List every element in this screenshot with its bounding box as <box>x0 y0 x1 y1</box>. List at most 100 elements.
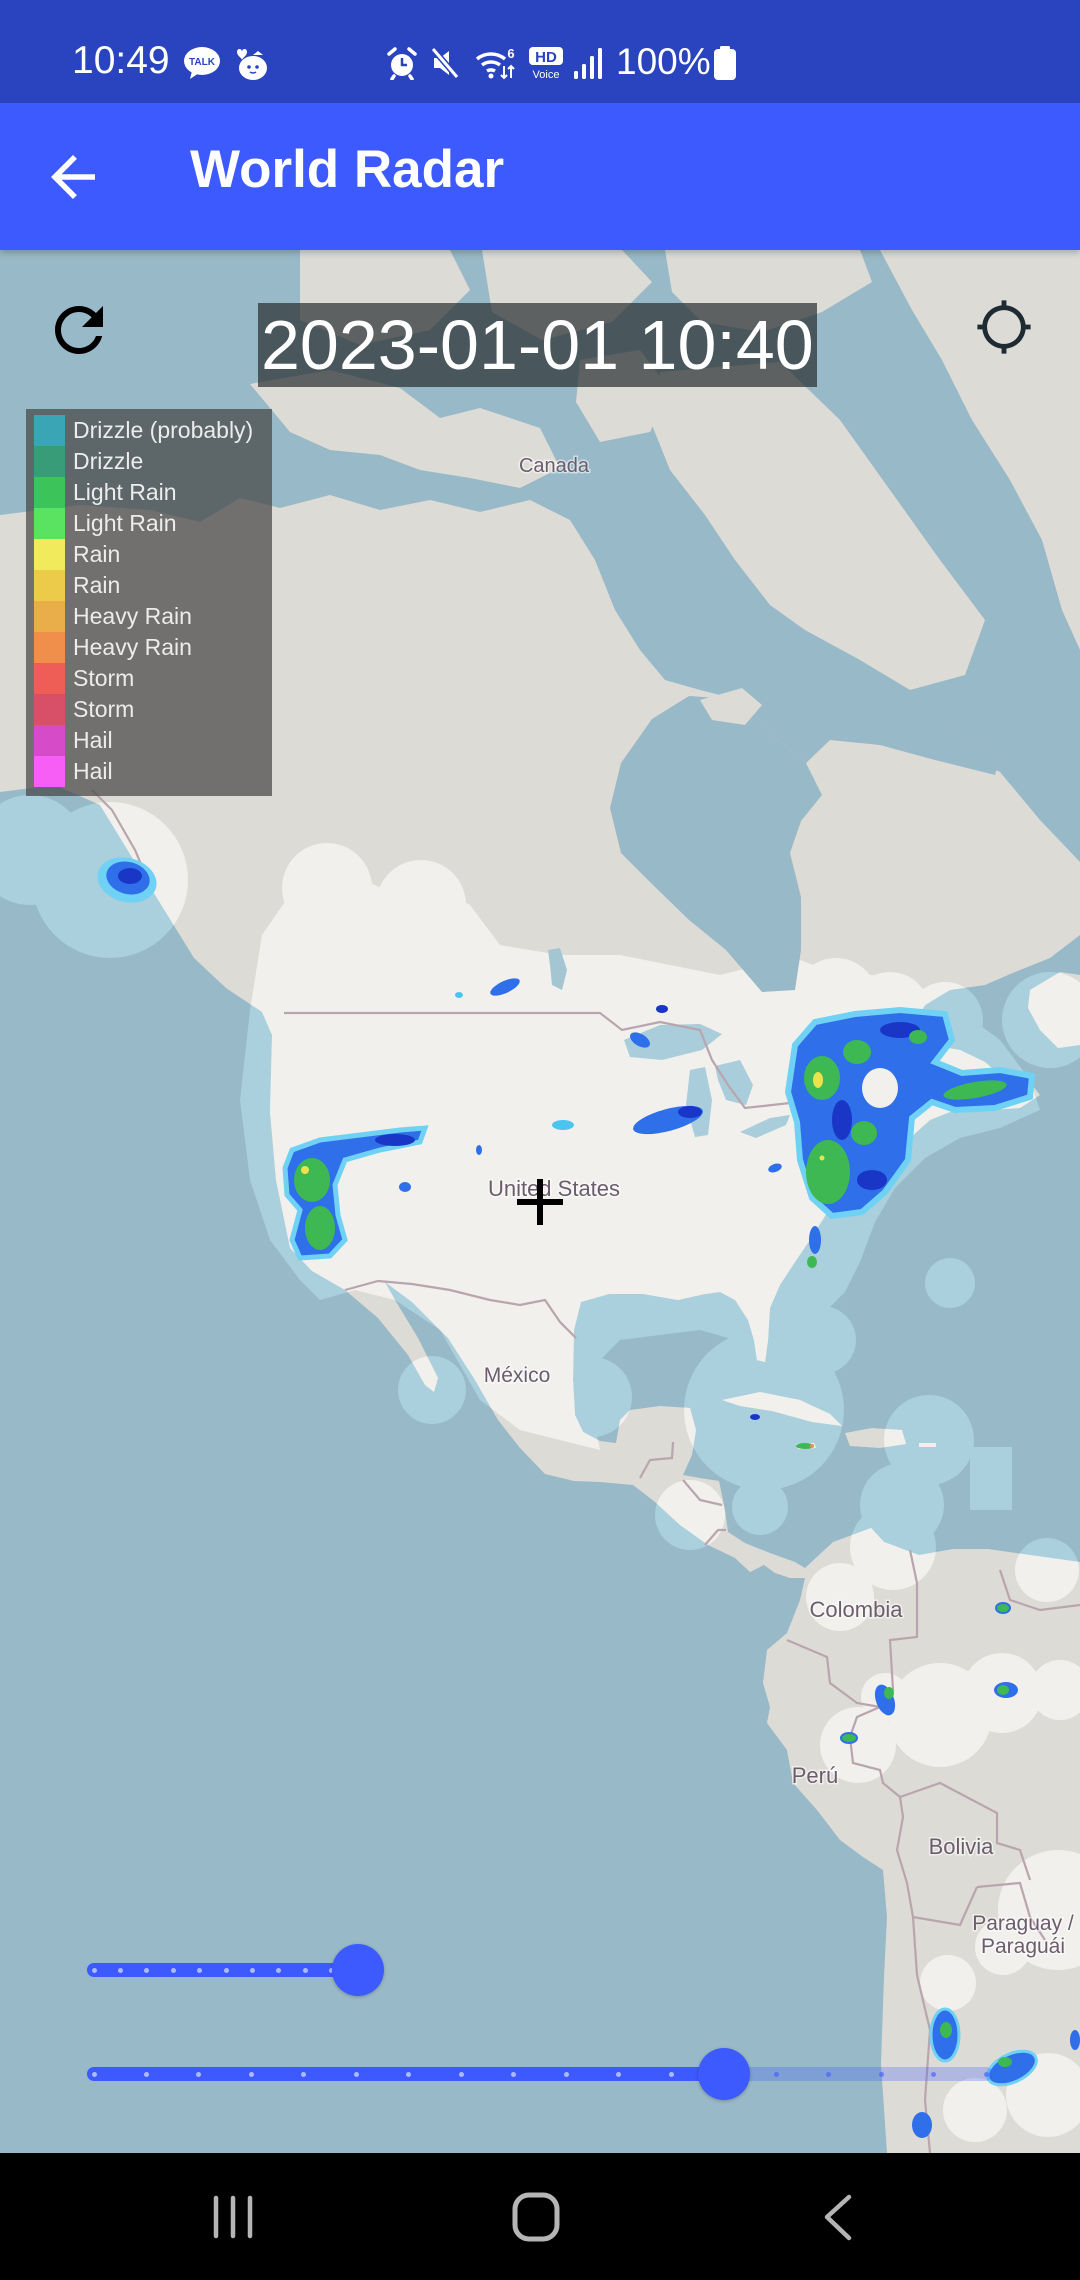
legend-swatch <box>34 632 65 663</box>
legend-label: Rain <box>73 572 121 598</box>
legend-item: Drizzle (probably) <box>26 415 272 446</box>
map-label-paraguay-alt: Paraguái <box>981 1935 1065 1958</box>
legend-label: Heavy Rain <box>73 634 192 660</box>
slider-tick <box>406 2071 412 2077</box>
legend-swatch <box>34 570 65 601</box>
map-label-colombia: Colombia <box>810 1597 904 1622</box>
legend-item: Rain <box>26 570 272 601</box>
map-label-bolivia: Bolivia <box>929 1834 995 1859</box>
map-label-canada: Canada <box>519 455 590 477</box>
slider-tick <box>668 2071 674 2077</box>
home-button[interactable] <box>496 2183 576 2253</box>
slider-tick <box>773 2071 779 2077</box>
slider-tick <box>91 1967 97 1973</box>
legend-swatch <box>34 663 65 694</box>
legend-swatch <box>34 415 65 446</box>
slider-tick <box>931 2071 937 2077</box>
kakaotalk-icon: TALK <box>183 46 221 80</box>
hd-voice-icon: HD Voice <box>527 46 565 80</box>
recent-apps-icon <box>213 2195 253 2239</box>
recent-apps-button[interactable] <box>193 2183 273 2253</box>
legend-swatch <box>34 725 65 756</box>
legend-label: Storm <box>73 696 135 722</box>
map-label-peru: Perú <box>792 1763 838 1788</box>
radar-timestamp: 2023-01-01 10:40 <box>258 303 817 387</box>
slider-tick <box>117 1967 123 1973</box>
slider-tick <box>143 2071 149 2077</box>
slider-tick <box>458 2071 464 2077</box>
battery-percent: 100% <box>616 41 711 82</box>
legend-label: Rain <box>73 541 121 567</box>
legend-swatch <box>34 694 65 725</box>
legend-item: Heavy Rain <box>26 601 272 632</box>
precipitation-legend: Drizzle (probably) Drizzle Light Rain Li… <box>26 409 272 796</box>
status-time: 10:49 <box>72 39 170 82</box>
map-label-mexico: México <box>484 1364 551 1387</box>
legend-swatch <box>34 446 65 477</box>
slider-tick <box>248 2071 254 2077</box>
slider-tick <box>302 1967 308 1973</box>
back-button[interactable] <box>40 144 106 210</box>
legend-swatch <box>34 508 65 539</box>
kakao-character-icon <box>231 46 269 80</box>
slider-tick <box>249 1967 255 1973</box>
legend-swatch <box>34 539 65 570</box>
svg-text:6: 6 <box>507 46 514 61</box>
slider-tick <box>511 2071 517 2077</box>
refresh-icon <box>55 306 103 354</box>
refresh-button[interactable] <box>43 294 115 366</box>
legend-label: Hail <box>73 758 113 784</box>
legend-label: Hail <box>73 727 113 753</box>
slider-tick <box>878 2071 884 2077</box>
legend-item: Hail <box>26 756 272 787</box>
legend-label: Light Rain <box>73 479 177 505</box>
slider-tick <box>197 1967 203 1973</box>
slider-tick <box>983 2071 989 2077</box>
legend-label: Heavy Rain <box>73 603 192 629</box>
slider-track-active[interactable] <box>87 1963 358 1977</box>
legend-item: Heavy Rain <box>26 632 272 663</box>
slider-tick <box>170 1967 176 1973</box>
mute-icon <box>430 46 461 80</box>
slider-tick <box>826 2071 832 2077</box>
svg-text:HD: HD <box>535 49 557 66</box>
slider-tick <box>353 2071 359 2077</box>
svg-text:Voice: Voice <box>533 69 560 80</box>
legend-item: Storm <box>26 694 272 725</box>
my-location-button[interactable] <box>975 298 1033 356</box>
legend-item: Drizzle <box>26 446 272 477</box>
slider-tick <box>301 2071 307 2077</box>
legend-swatch <box>34 601 65 632</box>
legend-item: Hail <box>26 725 272 756</box>
legend-item: Rain <box>26 539 272 570</box>
slider-track-active[interactable] <box>87 2067 724 2081</box>
slider-thumb[interactable] <box>697 2048 750 2100</box>
crosshair-vertical <box>537 1179 543 1225</box>
gps-locate-icon <box>977 300 1031 354</box>
battery-icon <box>713 46 737 80</box>
wifi-icon: 6 <box>475 46 517 80</box>
svg-text:TALK: TALK <box>189 57 216 68</box>
map-label-paraguay: Paraguay / <box>972 1912 1074 1935</box>
crosshair-plus-icon <box>517 1179 563 1225</box>
legend-label: Light Rain <box>73 510 177 536</box>
app-bar: World Radar <box>0 103 1080 250</box>
legend-label: Storm <box>73 665 135 691</box>
slider-tick <box>276 1967 282 1973</box>
slider-tick <box>616 2071 622 2077</box>
slider-tick <box>91 2071 97 2077</box>
slider-tick <box>223 1967 229 1973</box>
legend-swatch <box>34 477 65 508</box>
legend-item: Light Rain <box>26 508 272 539</box>
slider-tick <box>563 2071 569 2077</box>
arrow-back-icon <box>51 155 95 199</box>
page-title: World Radar <box>190 140 505 199</box>
back-icon <box>824 2194 852 2241</box>
status-bar: 10:49 TALK 6 HD Voice 100% <box>0 0 1080 103</box>
legend-item: Storm <box>26 663 272 694</box>
legend-label: Drizzle (probably) <box>73 417 254 443</box>
alarm-icon <box>386 46 418 80</box>
slider-thumb[interactable] <box>332 1944 384 1996</box>
system-nav-bar <box>0 2153 1080 2280</box>
back-button-nav[interactable] <box>798 2183 878 2253</box>
